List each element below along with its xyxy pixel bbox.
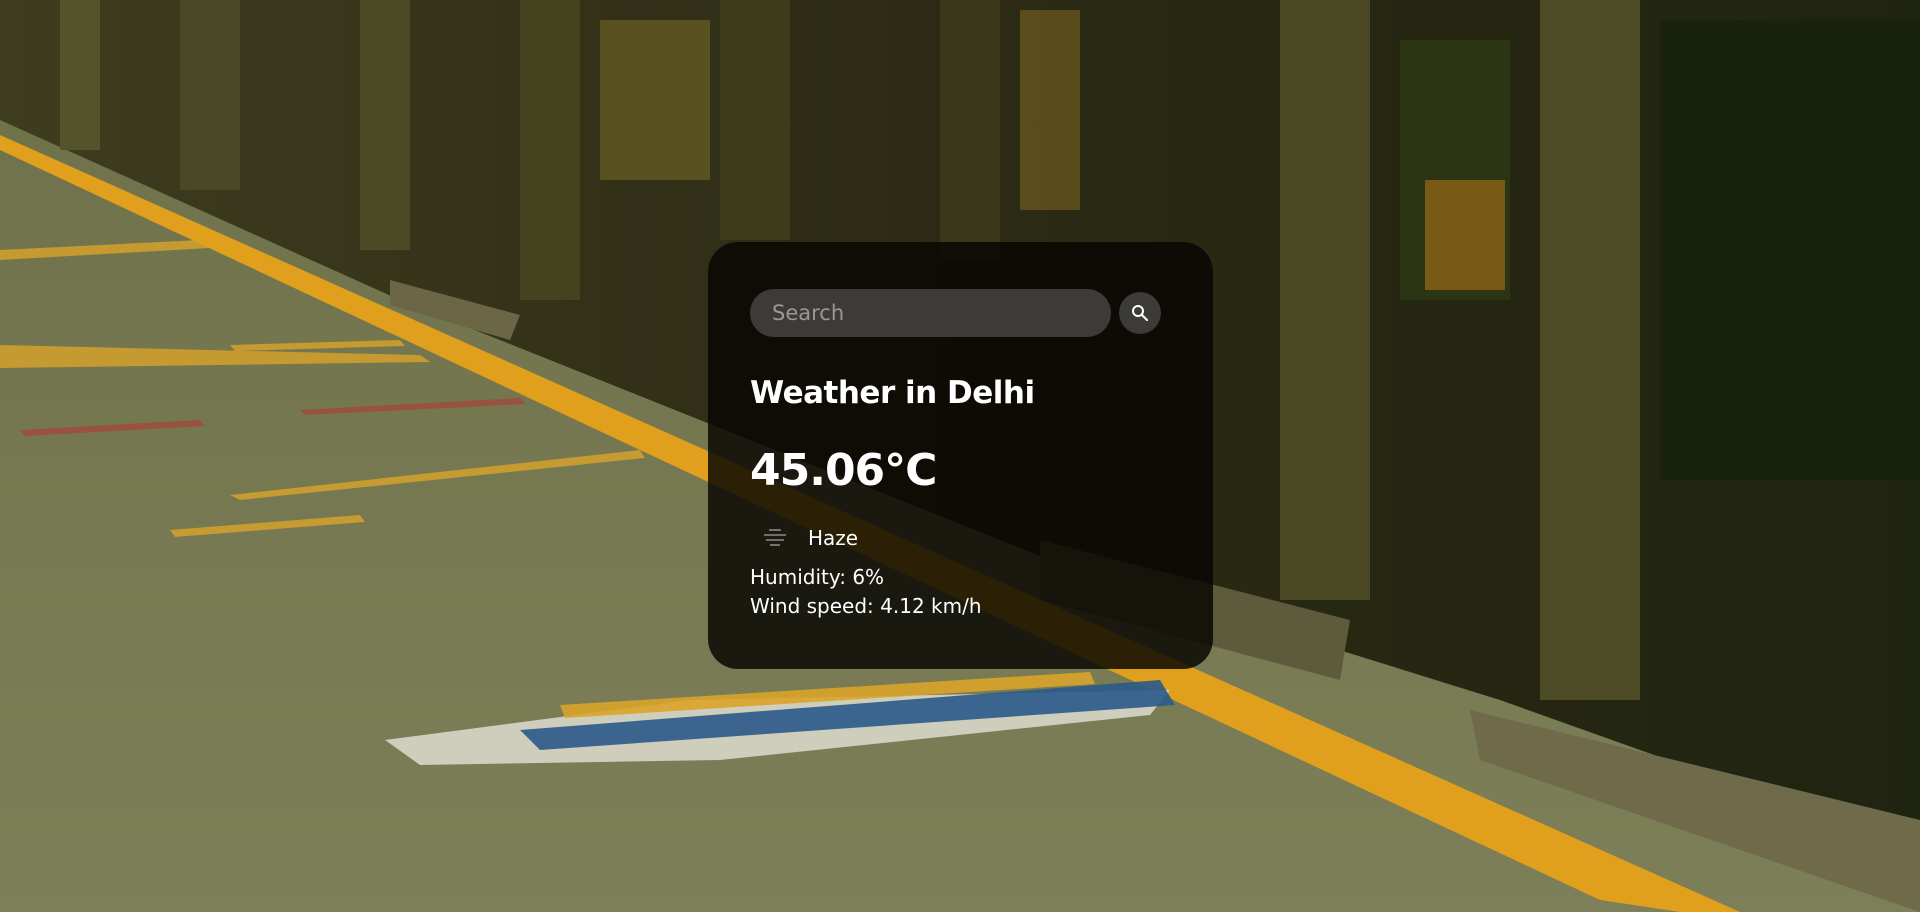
condition-label: Haze <box>808 526 859 550</box>
temperature: 45.06°C <box>750 445 937 496</box>
search-bar <box>750 289 1171 337</box>
weather-card: Weather in Delhi 45.06°C Haze Humidity: … <box>708 242 1213 669</box>
weather-stats: Humidity: 6% Wind speed: 4.12 km/h <box>750 563 1171 621</box>
city-title: Weather in Delhi <box>750 375 1035 411</box>
search-icon <box>1131 304 1149 322</box>
search-input[interactable] <box>750 289 1111 337</box>
search-button[interactable] <box>1119 292 1161 334</box>
humidity: Humidity: 6% <box>750 565 885 589</box>
condition-row: Haze <box>750 523 1171 553</box>
wind-speed: Wind speed: 4.12 km/h <box>750 594 982 618</box>
haze-icon <box>760 523 790 553</box>
